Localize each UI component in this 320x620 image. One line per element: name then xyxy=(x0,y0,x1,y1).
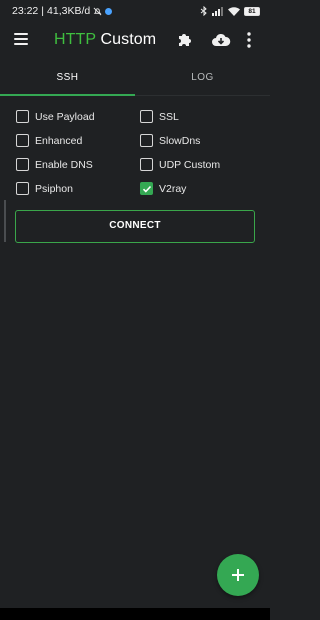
option-label: UDP Custom xyxy=(159,158,221,171)
tab-bar: SSH LOG xyxy=(0,62,270,96)
option-psiphon[interactable]: Psiphon xyxy=(16,182,73,195)
status-separator: | xyxy=(41,5,45,17)
plus-icon xyxy=(232,569,244,581)
status-time: 23:22 xyxy=(12,5,39,17)
option-label: SSL xyxy=(159,110,179,123)
tab-log[interactable]: LOG xyxy=(135,62,270,95)
option-label: V2ray xyxy=(159,182,187,195)
puzzle-icon[interactable] xyxy=(176,31,194,49)
checkbox[interactable] xyxy=(140,110,153,123)
connect-button[interactable]: CONNECT xyxy=(15,210,255,243)
check-icon xyxy=(142,185,151,193)
option-label: Enhanced xyxy=(35,134,83,147)
status-left: 23:22 | 41,3KB/d xyxy=(12,5,113,17)
option-ssl[interactable]: SSL xyxy=(140,110,179,123)
app-notification-icon xyxy=(105,7,113,15)
status-right: 81 xyxy=(200,6,260,16)
status-speed: 41,3KB/d xyxy=(47,5,91,17)
cloud-download-icon[interactable] xyxy=(211,31,231,49)
option-udp-custom[interactable]: UDP Custom xyxy=(140,158,220,171)
add-fab-button[interactable] xyxy=(217,554,259,596)
option-slowdns[interactable]: SlowDns xyxy=(140,134,200,147)
battery-icon: 81 xyxy=(244,6,260,16)
checkbox[interactable] xyxy=(140,134,153,147)
app-title-custom: Custom xyxy=(100,31,157,48)
option-label: Use Payload xyxy=(35,110,95,123)
checkbox[interactable] xyxy=(16,134,29,147)
app-bar: HTTP Custom xyxy=(0,22,270,60)
bluetooth-icon xyxy=(200,6,207,16)
bell-off-icon xyxy=(93,7,102,15)
checkbox[interactable] xyxy=(16,158,29,171)
checkbox[interactable] xyxy=(16,182,29,195)
checkbox[interactable] xyxy=(140,158,153,171)
signal-icon xyxy=(212,6,223,16)
option-use-payload[interactable]: Use Payload xyxy=(16,110,95,123)
checkbox[interactable] xyxy=(16,110,29,123)
menu-icon[interactable] xyxy=(14,33,28,47)
option-v2ray[interactable]: V2ray xyxy=(140,182,186,195)
option-label: Enable DNS xyxy=(35,158,93,171)
option-label: Psiphon xyxy=(35,182,73,195)
scroll-indicator xyxy=(4,200,6,242)
option-label: SlowDns xyxy=(159,134,201,147)
app-title: HTTP Custom xyxy=(54,31,156,49)
option-enhanced[interactable]: Enhanced xyxy=(16,134,82,147)
wifi-icon xyxy=(228,6,240,16)
checkbox-checked[interactable] xyxy=(140,182,153,195)
system-nav-bar xyxy=(0,608,270,620)
app-title-http: HTTP xyxy=(54,31,96,48)
more-vert-icon[interactable] xyxy=(246,31,252,49)
status-bar: 23:22 | 41,3KB/d 81 xyxy=(0,0,270,22)
option-enable-dns[interactable]: Enable DNS xyxy=(16,158,93,171)
tab-ssh[interactable]: SSH xyxy=(0,62,135,96)
